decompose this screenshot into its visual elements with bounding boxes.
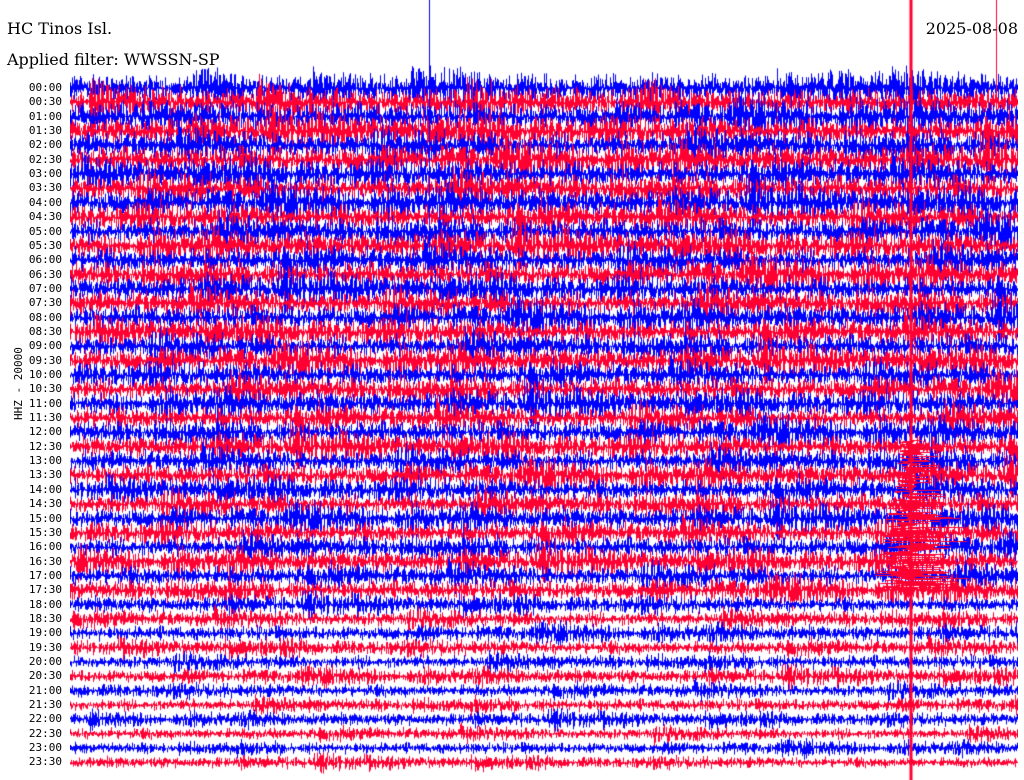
time-label: 06:00 — [28, 253, 62, 267]
time-label: 15:00 — [28, 511, 62, 525]
time-label: 22:00 — [28, 712, 62, 726]
time-label: 18:30 — [28, 611, 62, 625]
time-label: 22:30 — [28, 726, 62, 740]
time-label: 01:30 — [28, 124, 62, 138]
time-label: 11:30 — [28, 411, 62, 425]
filter-label: Applied filter: WWSSN-SP — [7, 50, 220, 69]
time-label: 12:00 — [28, 425, 62, 439]
time-label: 06:30 — [28, 267, 62, 281]
time-label: 02:30 — [28, 152, 62, 166]
time-label: 17:30 — [28, 583, 62, 597]
time-label: 16:00 — [28, 540, 62, 554]
time-label: 20:30 — [28, 669, 62, 683]
time-label: 23:30 — [28, 755, 62, 769]
time-label: 09:00 — [28, 339, 62, 353]
time-label: 00:30 — [28, 95, 62, 109]
time-label: 13:00 — [28, 454, 62, 468]
time-label: 07:30 — [28, 296, 62, 310]
time-label: 17:00 — [28, 568, 62, 582]
time-label: 10:30 — [28, 382, 62, 396]
time-label: 19:00 — [28, 626, 62, 640]
time-label: 14:30 — [28, 497, 62, 511]
time-label: 08:00 — [28, 310, 62, 324]
time-label: 03:30 — [28, 181, 62, 195]
time-label: 20:00 — [28, 655, 62, 668]
time-label: 07:00 — [28, 281, 62, 295]
time-label: 04:30 — [28, 210, 62, 224]
time-label: 21:30 — [28, 698, 62, 712]
time-label: 05:00 — [28, 224, 62, 238]
time-axis: 00:00 00:30 01:00 01:30 02:00 02:30 03:00 03:30… — [0, 0, 68, 780]
time-label: 02:00 — [28, 138, 62, 152]
time-label: 00:00 — [28, 81, 62, 94]
time-label: 13:30 — [28, 468, 62, 482]
time-label: 08:30 — [28, 324, 62, 338]
channel-label: HHZ - 20000 — [12, 347, 25, 420]
time-label: 23:00 — [28, 741, 62, 755]
time-label: 21:00 — [28, 683, 62, 697]
time-label: 11:00 — [28, 396, 62, 410]
time-label: 04:00 — [28, 195, 62, 209]
time-label: 15:30 — [28, 525, 62, 539]
time-label: 03:00 — [28, 167, 62, 181]
time-label: 14:00 — [28, 482, 62, 496]
seismogram-traces — [70, 0, 1018, 780]
time-label: 09:30 — [28, 353, 62, 367]
time-label: 10:00 — [28, 368, 62, 381]
time-label: 01:00 — [28, 109, 62, 123]
time-label: 16:30 — [28, 554, 62, 568]
time-label: 05:30 — [28, 238, 62, 252]
time-label: 19:30 — [28, 640, 62, 654]
time-label: 12:30 — [28, 439, 62, 453]
time-label: 18:00 — [28, 597, 62, 611]
